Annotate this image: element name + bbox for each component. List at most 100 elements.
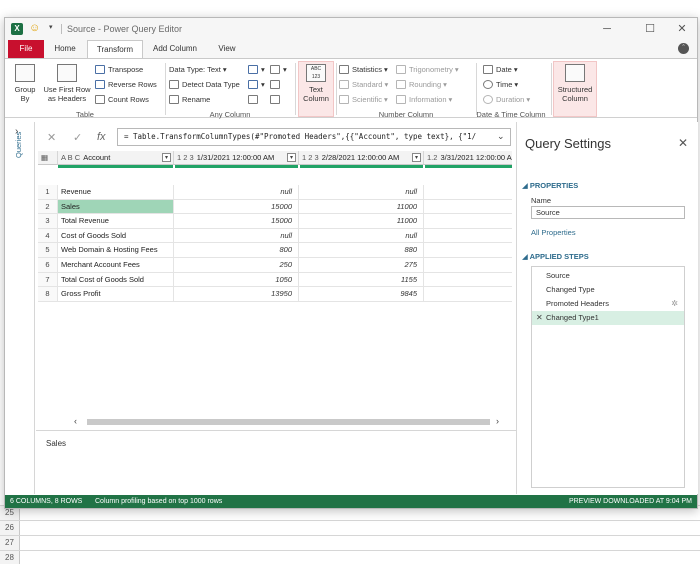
duration-dropdown[interactable]: Duration ▾ bbox=[483, 95, 530, 104]
applied-steps-section-header[interactable]: ◢ APPLIED STEPS bbox=[522, 252, 589, 261]
feb-value-cell[interactable]: 1155 bbox=[299, 272, 424, 288]
applied-step[interactable]: Promoted Headers ✲ bbox=[532, 297, 684, 311]
account-cell[interactable]: Merchant Account Fees bbox=[58, 258, 174, 273]
date-dropdown[interactable]: Date ▾ bbox=[483, 65, 518, 74]
scientific-dropdown[interactable]: Scientific ▾ bbox=[339, 95, 388, 104]
filter-dropdown-icon[interactable]: ▾ bbox=[287, 153, 296, 162]
account-cell[interactable]: Web Domain & Hosting Fees bbox=[58, 243, 174, 258]
jan-value-cell[interactable]: 250 bbox=[174, 258, 299, 273]
mar-value-cell[interactable] bbox=[424, 243, 512, 258]
row-index[interactable]: 6 bbox=[38, 258, 58, 273]
rounding-dropdown[interactable]: Rounding ▾ bbox=[396, 80, 447, 89]
scroll-thumb[interactable] bbox=[87, 419, 490, 425]
feb-value-cell[interactable]: null bbox=[299, 228, 424, 244]
row-index[interactable]: 5 bbox=[38, 243, 58, 258]
feb-value-cell[interactable]: 880 bbox=[299, 243, 424, 258]
confirm-formula-icon[interactable]: ✓ bbox=[73, 131, 82, 144]
fill-button[interactable]: ▾ bbox=[248, 80, 265, 89]
close-settings-icon[interactable]: ✕ bbox=[678, 136, 688, 150]
row-index[interactable]: 2 bbox=[38, 199, 58, 215]
close-window-button[interactable]: ✕ bbox=[669, 21, 695, 37]
tab-add-column[interactable]: Add Column bbox=[147, 40, 203, 58]
account-cell[interactable]: Total Cost of Goods Sold bbox=[58, 272, 174, 288]
account-cell[interactable]: Sales bbox=[58, 199, 174, 215]
account-cell[interactable]: Cost of Goods Sold bbox=[58, 228, 174, 244]
row-index[interactable]: 1 bbox=[38, 185, 58, 200]
formula-bar-input[interactable]: = Table.TransformColumnTypes(#"Promoted … bbox=[117, 128, 511, 146]
delete-step-icon[interactable]: ✕ bbox=[536, 311, 543, 325]
number-type-icon[interactable]: 1 2 3 bbox=[174, 153, 194, 162]
applied-step[interactable]: Source bbox=[532, 269, 684, 283]
convert-to-list-button[interactable] bbox=[270, 95, 283, 104]
detect-data-type-button[interactable]: Detect Data Type bbox=[169, 80, 240, 89]
tab-transform[interactable]: Transform bbox=[87, 40, 143, 58]
properties-section-header[interactable]: ◢ PROPERTIES bbox=[522, 181, 578, 190]
mar-value-cell[interactable] bbox=[424, 258, 512, 273]
mar-value-cell[interactable] bbox=[424, 214, 512, 229]
jan-value-cell[interactable]: 800 bbox=[174, 243, 299, 258]
column-header-account[interactable]: A B C Account ▾ bbox=[58, 151, 174, 165]
jan-value-cell[interactable]: null bbox=[174, 228, 299, 244]
transpose-button[interactable]: Transpose bbox=[95, 65, 143, 74]
account-cell[interactable]: Revenue bbox=[58, 185, 174, 200]
structured-column-button[interactable]: Structured Column bbox=[554, 64, 596, 103]
mar-value-cell[interactable] bbox=[424, 229, 512, 244]
jan-value-cell[interactable]: 15000 bbox=[174, 214, 299, 229]
use-first-row-as-headers-button[interactable]: Use First Row as Headers bbox=[41, 64, 93, 103]
maximize-button[interactable]: ☐ bbox=[637, 21, 663, 37]
jan-value-cell[interactable]: 1050 bbox=[174, 272, 299, 288]
account-cell[interactable]: Total Revenue bbox=[58, 214, 174, 229]
statistics-dropdown[interactable]: Statistics ▾ bbox=[339, 65, 388, 74]
cancel-formula-icon[interactable]: ✕ bbox=[47, 131, 56, 144]
filter-dropdown-icon[interactable]: ▾ bbox=[162, 153, 171, 162]
decimal-type-icon[interactable]: 1.2 bbox=[424, 153, 437, 162]
row-index[interactable]: 8 bbox=[38, 287, 58, 302]
information-dropdown[interactable]: Information ▾ bbox=[396, 95, 452, 104]
reverse-rows-button[interactable]: Reverse Rows bbox=[95, 80, 157, 89]
row-index[interactable]: 4 bbox=[38, 228, 58, 244]
feb-value-cell[interactable]: null bbox=[299, 185, 424, 200]
gear-icon[interactable]: ✲ bbox=[671, 297, 678, 311]
tab-view[interactable]: View bbox=[209, 40, 245, 58]
jan-value-cell[interactable]: null bbox=[174, 185, 299, 200]
column-header-feb[interactable]: 1 2 3 2/28/2021 12:00:00 AM ▾ bbox=[299, 151, 424, 165]
quick-access-dropdown-icon[interactable]: ▾ bbox=[49, 23, 53, 31]
feb-value-cell[interactable]: 275 bbox=[299, 258, 424, 273]
tab-home[interactable]: Home bbox=[47, 40, 83, 58]
all-properties-link[interactable]: All Properties bbox=[531, 228, 576, 237]
column-header-jan[interactable]: 1 2 3 1/31/2021 12:00:00 AM ▾ bbox=[174, 151, 299, 165]
row-index[interactable]: 3 bbox=[38, 214, 58, 229]
data-type-dropdown[interactable]: Data Type: Text ▾ bbox=[169, 65, 227, 74]
replace-values-button[interactable]: ▾ bbox=[248, 65, 265, 74]
time-dropdown[interactable]: Time ▾ bbox=[483, 80, 518, 89]
jan-value-cell[interactable]: 13950 bbox=[174, 287, 299, 302]
query-name-input[interactable]: Source bbox=[531, 206, 685, 219]
pivot-column-button[interactable] bbox=[248, 95, 261, 104]
tab-file[interactable]: File bbox=[8, 40, 44, 58]
expand-formula-chevron-icon[interactable]: ⌄ bbox=[497, 131, 505, 142]
mar-value-cell[interactable] bbox=[424, 287, 512, 302]
move-button[interactable] bbox=[270, 80, 283, 89]
feb-value-cell[interactable]: 11000 bbox=[299, 199, 424, 215]
status-profiling[interactable]: Column profiling based on top 1000 rows bbox=[95, 495, 222, 508]
mar-value-cell[interactable] bbox=[424, 273, 512, 288]
queries-pane-label[interactable]: Queries bbox=[14, 132, 23, 158]
number-type-icon[interactable]: 1 2 3 bbox=[299, 153, 319, 162]
text-column-button[interactable]: ABC 123 Text Column bbox=[299, 64, 333, 103]
collapse-ribbon-icon[interactable]: ˆ bbox=[678, 43, 689, 54]
scroll-right-arrow-icon[interactable]: › bbox=[496, 416, 499, 426]
mar-value-cell[interactable] bbox=[424, 185, 512, 200]
row-index[interactable]: 7 bbox=[38, 272, 58, 288]
standard-dropdown[interactable]: Standard ▾ bbox=[339, 80, 388, 89]
account-cell[interactable]: Gross Profit bbox=[58, 287, 174, 302]
applied-step[interactable]: Changed Type bbox=[532, 283, 684, 297]
unpivot-columns-button[interactable]: ▾ bbox=[270, 65, 287, 74]
feedback-smiley-icon[interactable]: ☺ bbox=[29, 22, 40, 34]
column-header-mar[interactable]: 1.2 3/31/2021 12:00:00 A bbox=[424, 151, 512, 165]
text-type-icon[interactable]: A B C bbox=[58, 153, 80, 162]
feb-value-cell[interactable]: 9845 bbox=[299, 287, 424, 302]
minimize-button[interactable]: ─ bbox=[594, 21, 620, 37]
mar-value-cell[interactable] bbox=[424, 200, 512, 215]
feb-value-cell[interactable]: 11000 bbox=[299, 214, 424, 229]
count-rows-button[interactable]: Count Rows bbox=[95, 95, 149, 104]
